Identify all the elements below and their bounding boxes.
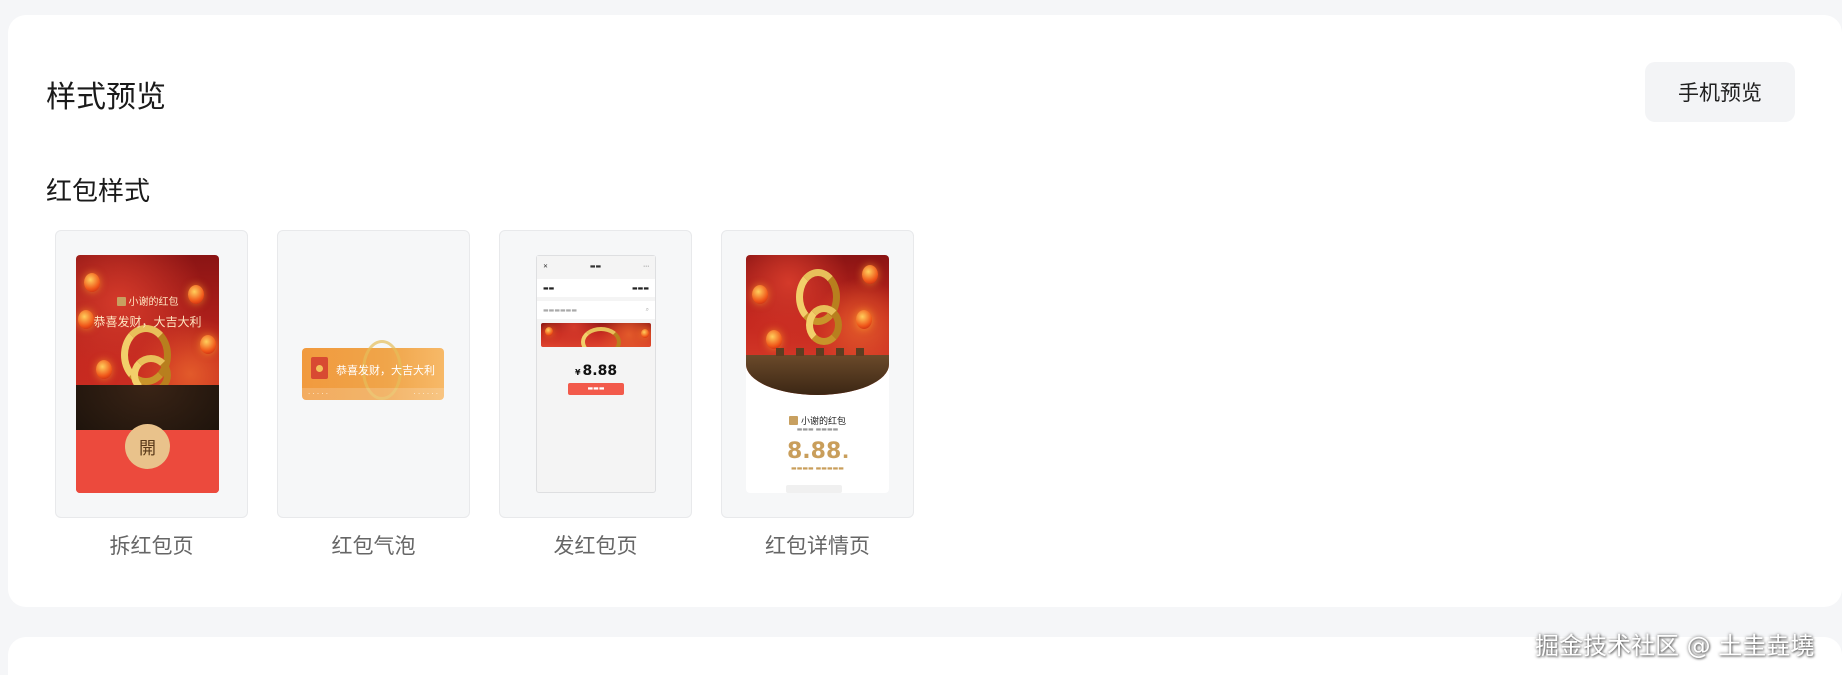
style-thumbnail[interactable]: 小谢的红包 ▬▬▬ ▬▬▬▬ 8.88 ▪ ▬▬▬▬ ▬▬▬▬▬ (721, 230, 914, 518)
bubble-wish-text: 恭喜发财，大吉大利 (336, 364, 435, 377)
page-title: 样式预览 (46, 80, 166, 115)
phone-preview-button[interactable]: 手机预览 (1645, 62, 1795, 122)
style-option-bubble[interactable]: 恭喜发财，大吉大利 · · · · · · · · · · · 红包气泡 (277, 230, 470, 560)
style-option-send-page[interactable]: ✕ ▬▬ ⋯ ▬▬ ▬▬▬ ▬▬▬▬▬▬ ⌕ ¥8.88 ▬▬▬ 发红包页 (499, 230, 692, 560)
avatar (788, 416, 798, 425)
open-packet-preview: 小谢的红包 恭喜发财，大吉大利 開 (76, 255, 219, 493)
mini-banner (541, 323, 651, 347)
avatar (116, 297, 126, 306)
envelope-icon (311, 357, 328, 379)
section-title: 红包样式 (46, 177, 151, 207)
detail-page-preview: 小谢的红包 ▬▬▬ ▬▬▬▬ 8.88 ▪ ▬▬▬▬ ▬▬▬▬▬ (746, 255, 889, 493)
style-thumbnail[interactable]: 小谢的红包 恭喜发财，大吉大利 開 (55, 230, 248, 518)
wish-text: 恭喜发财，大吉大利 (93, 315, 202, 329)
amount: 8.88 (582, 363, 618, 379)
more-icon: ⋯ (643, 262, 649, 270)
style-thumbnail[interactable]: ✕ ▬▬ ⋯ ▬▬ ▬▬▬ ▬▬▬▬▬▬ ⌕ ¥8.88 ▬▬▬ (499, 230, 692, 518)
style-thumbnail[interactable]: 恭喜发财，大吉大利 · · · · · · · · · · · (277, 230, 470, 518)
amount: 8.88 (786, 439, 842, 464)
style-label: 红包气泡 (331, 534, 416, 558)
style-option-open-page[interactable]: 小谢的红包 恭喜发财，大吉大利 開 拆红包页 (55, 230, 248, 560)
open-button: 開 (125, 424, 170, 469)
style-label: 拆红包页 (109, 534, 194, 558)
red-packet-bubble-preview: 恭喜发财，大吉大利 · · · · · · · · · · · (302, 340, 444, 400)
watermark: 掘金技术社区 @ 土圭垚墝 (1535, 632, 1815, 660)
close-icon: ✕ (543, 262, 549, 270)
sender-name: 小谢的红包 (128, 297, 179, 308)
send-button: ▬▬▬ (568, 383, 624, 395)
currency-symbol: ¥ (574, 368, 581, 377)
send-page-preview: ✕ ▬▬ ⋯ ▬▬ ▬▬▬ ▬▬▬▬▬▬ ⌕ ¥8.88 ▬▬▬ (536, 255, 656, 493)
style-label: 发红包页 (553, 534, 638, 558)
search-icon: ⌕ (645, 306, 649, 313)
style-label: 红包详情页 (765, 534, 870, 558)
style-option-detail-page[interactable]: 小谢的红包 ▬▬▬ ▬▬▬▬ 8.88 ▪ ▬▬▬▬ ▬▬▬▬▬ 红包详情页 (721, 230, 914, 560)
